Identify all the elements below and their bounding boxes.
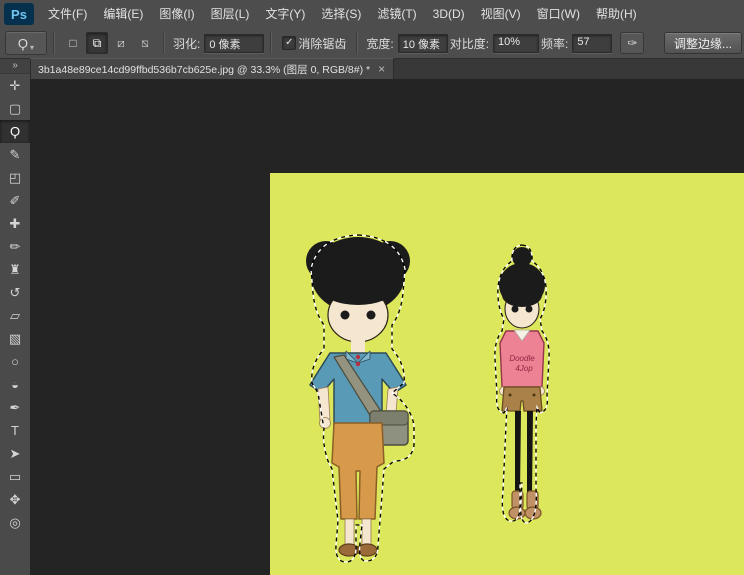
move-tool[interactable]: ✛ [0,74,30,97]
menu-file[interactable]: 文件(F) [40,0,95,28]
type-tool[interactable]: T [0,419,30,442]
frequency-input[interactable]: 57 [572,34,612,53]
blur-tool[interactable]: ○ [0,350,30,373]
selection-intersect-button[interactable]: ⧅ [134,32,156,54]
width-label: 宽度: [366,35,393,52]
menu-filter[interactable]: 滤镜(T) [369,0,424,28]
dodge-tool[interactable]: ◒ [0,373,30,396]
brush-tool[interactable]: ✏ [0,235,30,258]
selection-new-button[interactable]: □ [62,32,84,54]
contrast-label: 对比度: [450,35,489,52]
divider [356,32,358,54]
selection-subtract-button[interactable]: ⧄ [110,32,132,54]
antialias-checkbox[interactable]: ✓ [282,36,296,50]
toolbar-collapse-button[interactable]: » [0,59,30,74]
menu-select[interactable]: 选择(S) [313,0,369,28]
check-icon: ✓ [285,38,293,48]
tool-preset-dropdown[interactable]: Ϙ ▾ [5,31,47,55]
image-content: Doodle 4Jop [270,173,744,575]
divider [53,32,55,54]
width-input[interactable]: 10 像素 [398,34,448,53]
eyedropper-tool[interactable]: ✐ [0,189,30,212]
document-tab-title: 3b1a48e89ce14cd99ffbd536b7cb625e.jpg @ 3… [38,62,370,77]
hoodie-text-line1: Doodle [509,354,535,363]
photoshop-logo-icon: Ps [4,3,34,25]
photoshop-window: Ps 文件(F) 编辑(E) 图像(I) 图层(L) 文字(Y) 选择(S) 滤… [0,0,744,575]
quick-selection-tool[interactable]: ✎ [0,143,30,166]
divider [163,32,165,54]
history-brush-tool[interactable]: ↺ [0,281,30,304]
antialias-label: 消除锯齿 [298,35,346,52]
selection-add-button[interactable]: ⧉ [86,32,108,54]
magnetic-lasso-icon: Ϙ [18,36,28,51]
menu-window[interactable]: 窗口(W) [529,0,588,28]
pen-pressure-button[interactable]: ✑ [620,32,644,54]
marquee-tool[interactable]: ▢ [0,97,30,120]
tools-panel: » ✛ ▢ Ϙ ✎ ◰ ✐ ✚ ✏ ♜ ↺ ▱ ▧ ○ ◒ ✒ T ➤ ▭ ✥ … [0,59,31,575]
crop-tool[interactable]: ◰ [0,166,30,189]
shape-tool[interactable]: ▭ [0,465,30,488]
document-tab-bar: 3b1a48e89ce14cd99ffbd536b7cb625e.jpg @ 3… [30,59,744,80]
contrast-input[interactable]: 10% [493,34,539,53]
menu-image[interactable]: 图像(I) [151,0,202,28]
clone-stamp-tool[interactable]: ♜ [0,258,30,281]
menu-help[interactable]: 帮助(H) [588,0,645,28]
tool-options-bar: Ϙ ▾ □ ⧉ ⧄ ⧅ 羽化: 0 像素 ✓ 消除锯齿 宽度: 10 像素 对比… [0,28,744,59]
path-selection-tool[interactable]: ➤ [0,442,30,465]
hoodie-text-line2: 4Jop [515,364,533,373]
menu-type[interactable]: 文字(Y) [257,0,313,28]
tab-close-icon[interactable]: × [378,63,385,75]
document-image[interactable]: Doodle 4Jop [270,173,744,575]
menu-bar: Ps 文件(F) 编辑(E) 图像(I) 图层(L) 文字(Y) 选择(S) 滤… [0,0,744,29]
divider [270,32,272,54]
pen-tool[interactable]: ✒ [0,396,30,419]
healing-brush-tool[interactable]: ✚ [0,212,30,235]
menu-view[interactable]: 视图(V) [473,0,529,28]
canvas-area[interactable]: Doodle 4Jop [30,79,744,575]
eraser-tool[interactable]: ▱ [0,304,30,327]
gradient-tool[interactable]: ▧ [0,327,30,350]
zoom-tool[interactable]: ◎ [0,511,30,534]
menu-edit[interactable]: 编辑(E) [95,0,151,28]
frequency-label: 频率: [541,35,568,52]
feather-input[interactable]: 0 像素 [204,34,264,53]
lasso-tool[interactable]: Ϙ [0,120,30,143]
menu-3d[interactable]: 3D(D) [425,0,473,28]
document-tab[interactable]: 3b1a48e89ce14cd99ffbd536b7cb625e.jpg @ 3… [30,58,394,79]
dropdown-caret-icon: ▾ [30,43,34,52]
menu-layer[interactable]: 图层(L) [203,0,258,28]
feather-label: 羽化: [173,35,200,52]
hand-tool[interactable]: ✥ [0,488,30,511]
refine-edge-button[interactable]: 调整边缘... [664,32,742,54]
